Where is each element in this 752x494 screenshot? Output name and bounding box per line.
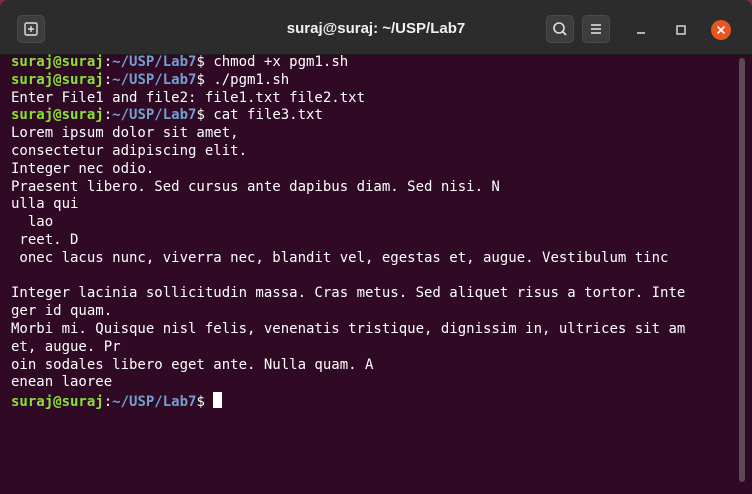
prompt-user: suraj@suraj (11, 71, 104, 88)
prompt-line: suraj@suraj:~/USP/Lab7$ chmod +x pgm1.sh (11, 54, 731, 72)
output-line: Integer nec odio. (11, 160, 155, 177)
prompt-colon: : (103, 54, 113, 70)
prompt-path: ~/USP/Lab7 (112, 394, 197, 411)
prompt-path: ~/USP/Lab7 (112, 71, 197, 88)
prompt-colon: : (103, 107, 113, 124)
output-line: Morbi mi. Quisque nisl felis, venenatis … (11, 320, 686, 337)
command-text: ./pgm1.sh (213, 71, 290, 88)
output-line: ulla qui (11, 196, 79, 213)
prompt-path: ~/USP/Lab7 (112, 54, 197, 70)
maximize-button[interactable] (671, 20, 691, 40)
scrollbar[interactable] (739, 58, 745, 482)
prompt-dollar: $ (196, 54, 214, 70)
prompt-colon: : (103, 394, 113, 411)
text-cursor (213, 392, 222, 409)
output-line: Lorem ipsum dolor sit amet, (11, 125, 239, 142)
output-line: consectetur adipiscing elit. (11, 142, 248, 159)
prompt-dollar: $ (196, 107, 214, 124)
search-icon (553, 22, 567, 36)
search-button[interactable] (546, 15, 574, 43)
command-text: chmod +x pgm1.sh (213, 54, 349, 70)
prompt-dollar: $ (196, 394, 214, 411)
minimize-button[interactable] (631, 20, 651, 40)
prompt-colon: : (103, 71, 113, 88)
prompt-user: suraj@suraj (11, 394, 104, 411)
terminal-output[interactable]: suraj@suraj:~/USP/Lab7$ chmod +x pgm1.sh… (11, 54, 731, 494)
hamburger-menu-icon (591, 24, 601, 34)
prompt-path: ~/USP/Lab7 (112, 107, 197, 124)
output-line: enean laoree (11, 374, 113, 391)
output-line: Enter File1 and file2: file1.txt file2.t… (11, 89, 366, 106)
title-bar[interactable]: suraj@suraj: ~/USP/Lab7 (0, 0, 752, 55)
output-line: ger id quam. (11, 303, 113, 320)
prompt-user: suraj@suraj (11, 54, 104, 70)
close-icon (711, 20, 731, 40)
output-line: oin sodales libero eget ante. Nulla quam… (11, 356, 374, 373)
terminal-window: suraj@suraj: ~/USP/Lab7 suraj@suraj:~/US… (0, 0, 752, 494)
prompt-user: suraj@suraj (11, 107, 104, 124)
output-line: et, augue. Pr (11, 338, 121, 355)
close-button[interactable] (711, 20, 731, 40)
prompt-line: suraj@suraj:~/USP/Lab7$ cat file3.txt (11, 107, 731, 125)
new-tab-icon (24, 22, 38, 36)
minimize-icon (637, 32, 645, 34)
prompt-dollar: $ (196, 71, 214, 88)
output-line: reet. D (11, 231, 79, 248)
output-line: onec lacus nunc, viverra nec, blandit ve… (11, 249, 669, 266)
prompt-line: suraj@suraj:~/USP/Lab7$ (11, 392, 731, 410)
output-line: Integer lacinia sollicitudin massa. Cras… (11, 285, 686, 302)
menu-button[interactable] (582, 15, 610, 43)
output-line: Praesent libero. Sed cursus ante dapibus… (11, 178, 500, 195)
command-text: cat file3.txt (213, 107, 323, 124)
prompt-line: suraj@suraj:~/USP/Lab7$ ./pgm1.sh (11, 72, 731, 90)
maximize-icon (676, 25, 686, 35)
output-line: lao (11, 214, 54, 231)
new-tab-button[interactable] (17, 15, 45, 43)
